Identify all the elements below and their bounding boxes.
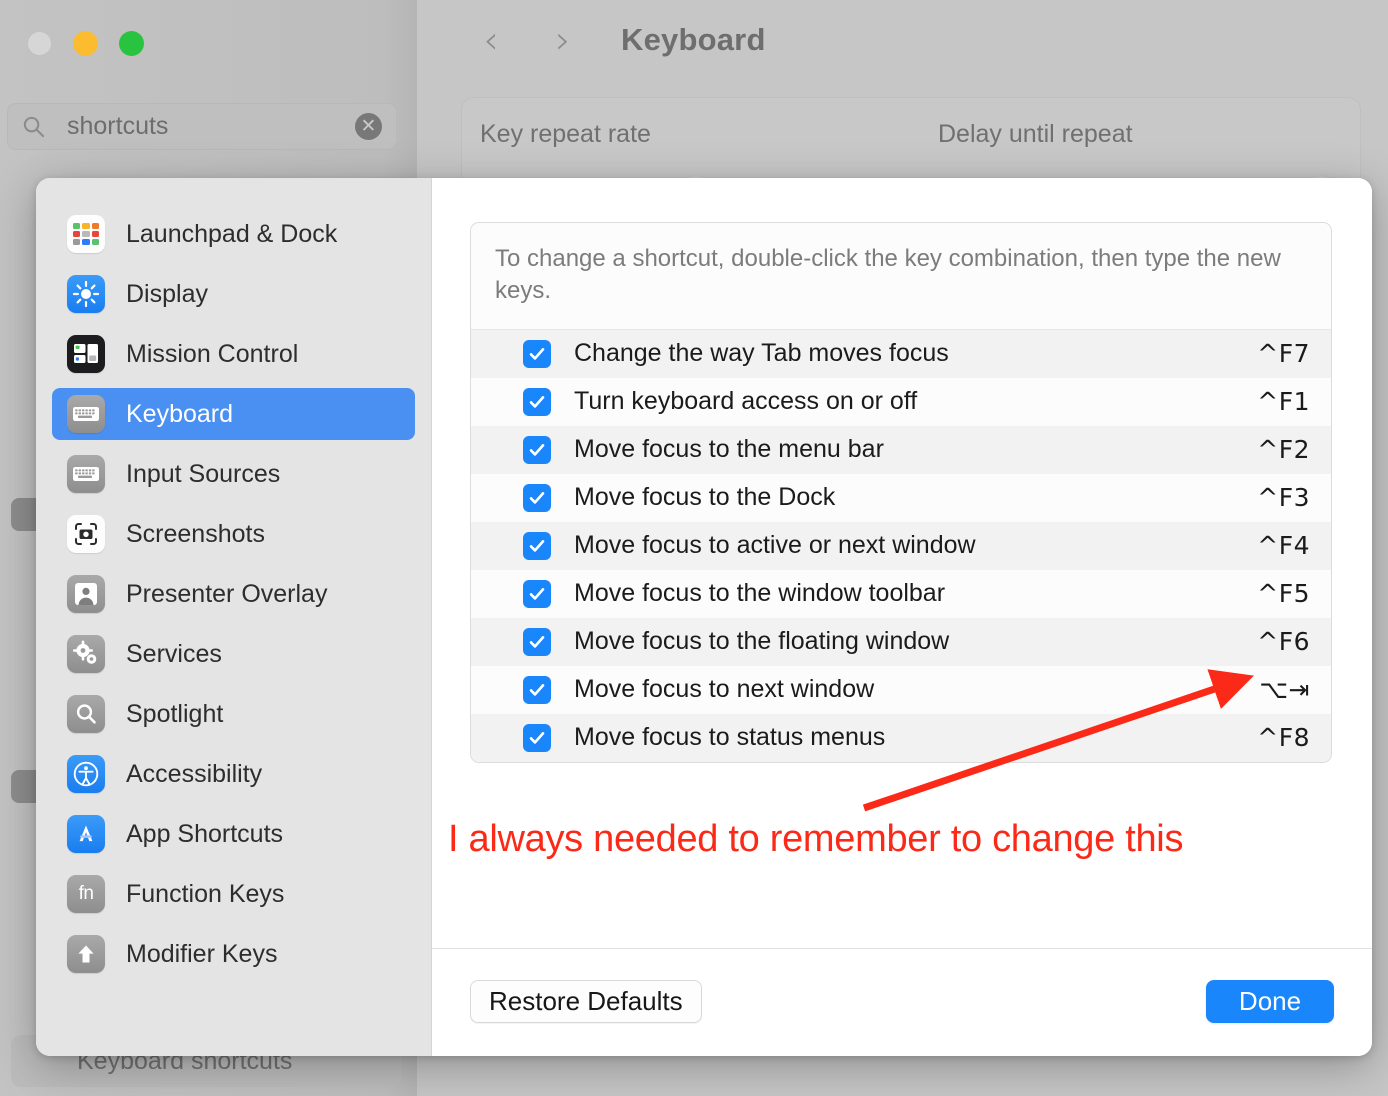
table-row[interactable]: Move focus to the Dock ^F3 — [471, 474, 1331, 522]
sidebar-item-accessibility[interactable]: Accessibility — [52, 748, 415, 800]
keyboard-icon — [67, 395, 105, 433]
sidebar-item-label: Keyboard — [126, 400, 233, 429]
close-window-button[interactable] — [27, 31, 52, 56]
clear-search-icon[interactable]: ✕ — [355, 113, 382, 140]
shortcut-keys[interactable]: ^F5 — [1257, 579, 1310, 608]
shortcut-checkbox[interactable] — [523, 340, 551, 368]
annotation-text: I always needed to remember to change th… — [448, 818, 1183, 861]
sidebar-item-app-shortcuts[interactable]: App Shortcuts — [52, 808, 415, 860]
shortcut-title: Move focus to the window toolbar — [574, 579, 1257, 608]
shortcut-title: Move focus to the floating window — [574, 627, 1257, 656]
shortcut-checkbox[interactable] — [523, 580, 551, 608]
presenter-overlay-person-icon — [67, 575, 105, 613]
sidebar-item-label: Spotlight — [126, 700, 223, 729]
table-row[interactable]: Turn keyboard access on or off ^F1 — [471, 378, 1331, 426]
sidebar-item-function-keys[interactable]: fn Function Keys — [52, 868, 415, 920]
shortcuts-hint-text: To change a shortcut, double-click the k… — [471, 223, 1331, 330]
launchpad-dock-icon — [67, 215, 105, 253]
delay-until-repeat-label: Delay until repeat — [938, 120, 1133, 149]
mission-control-icon — [67, 335, 105, 373]
sidebar-item-keyboard[interactable]: Keyboard — [52, 388, 415, 440]
shortcut-keys[interactable]: ^F7 — [1257, 339, 1310, 368]
sidebar-item-mission-control[interactable]: Mission Control — [52, 328, 415, 380]
shortcut-title: Move focus to the Dock — [574, 483, 1257, 512]
sheet-footer: Restore Defaults Done — [432, 948, 1372, 1056]
shortcut-checkbox[interactable] — [523, 724, 551, 752]
table-row[interactable]: Move focus to active or next window ^F4 — [471, 522, 1331, 570]
shortcut-keys[interactable]: ^F3 — [1257, 483, 1310, 512]
sidebar-item-services[interactable]: Services — [52, 628, 415, 680]
sidebar-item-label: Presenter Overlay — [126, 580, 327, 609]
keyboard-shortcuts-sheet: Launchpad & Dock Display — [36, 178, 1372, 1056]
sidebar-item-label: App Shortcuts — [126, 820, 283, 849]
shortcut-checkbox[interactable] — [523, 676, 551, 704]
minimize-window-button[interactable] — [73, 31, 98, 56]
sidebar-item-presenter-overlay[interactable]: Presenter Overlay — [52, 568, 415, 620]
background-navigation-bar: ‹ › Keyboard — [455, 18, 766, 62]
sidebar-item-launchpad-dock[interactable]: Launchpad & Dock — [52, 208, 415, 260]
sidebar-item-label: Modifier Keys — [126, 940, 277, 969]
shortcut-checkbox[interactable] — [523, 628, 551, 656]
shortcut-keys[interactable]: ^F4 — [1257, 531, 1310, 560]
shortcut-title: Move focus to active or next window — [574, 531, 1257, 560]
input-sources-keyboard-icon — [67, 455, 105, 493]
function-keys-fn-icon: fn — [67, 875, 105, 913]
shortcut-checkbox[interactable] — [523, 484, 551, 512]
table-row[interactable]: Move focus to the floating window ^F6 — [471, 618, 1331, 666]
restore-defaults-button[interactable]: Restore Defaults — [470, 980, 702, 1023]
sidebar-item-label: Accessibility — [126, 760, 262, 789]
page-title: Keyboard — [621, 22, 766, 58]
sidebar-item-label: Services — [126, 640, 222, 669]
shortcut-keys[interactable]: ^F8 — [1257, 723, 1310, 752]
services-gears-icon — [67, 635, 105, 673]
shortcut-keys[interactable]: ^F1 — [1257, 387, 1310, 416]
display-brightness-icon — [67, 275, 105, 313]
sidebar-item-label: Input Sources — [126, 460, 280, 489]
shortcut-title: Move focus to status menus — [574, 723, 1257, 752]
settings-search-field[interactable]: shortcuts ✕ — [7, 103, 397, 150]
shortcut-title: Change the way Tab moves focus — [574, 339, 1257, 368]
modifier-keys-shift-icon — [67, 935, 105, 973]
window-traffic-lights — [27, 31, 144, 56]
spotlight-magnifier-icon — [67, 695, 105, 733]
search-icon — [22, 115, 45, 138]
shortcut-checkbox[interactable] — [523, 436, 551, 464]
sidebar-item-screenshots[interactable]: Screenshots — [52, 508, 415, 560]
maximize-window-button[interactable] — [119, 31, 144, 56]
screen-root: shortcuts ✕ ‹ › Keyboard Key repeat rate… — [0, 0, 1388, 1096]
chevron-left-icon[interactable]: ‹ — [455, 18, 527, 62]
sidebar-item-label: Mission Control — [126, 340, 298, 369]
accessibility-icon — [67, 755, 105, 793]
shortcut-keys[interactable]: ⌥⇥ — [1259, 675, 1310, 704]
shortcuts-list-card: To change a shortcut, double-click the k… — [470, 222, 1332, 763]
shortcut-checkbox[interactable] — [523, 388, 551, 416]
shortcut-keys[interactable]: ^F2 — [1257, 435, 1310, 464]
shortcut-checkbox[interactable] — [523, 532, 551, 560]
chevron-right-icon[interactable]: › — [527, 18, 599, 62]
shortcut-keys[interactable]: ^F6 — [1257, 627, 1310, 656]
sidebar-item-label: Display — [126, 280, 208, 309]
sidebar-item-label: Screenshots — [126, 520, 265, 549]
sidebar-item-modifier-keys[interactable]: Modifier Keys — [52, 928, 415, 980]
shortcut-title: Move focus to next window — [574, 675, 1259, 704]
shortcut-title: Move focus to the menu bar — [574, 435, 1257, 464]
done-button[interactable]: Done — [1206, 980, 1334, 1023]
sidebar-item-label: Function Keys — [126, 880, 284, 909]
sidebar-item-label: Launchpad & Dock — [126, 220, 337, 249]
key-repeat-rate-label: Key repeat rate — [480, 120, 651, 149]
sidebar-item-input-sources[interactable]: Input Sources — [52, 448, 415, 500]
app-shortcuts-appstore-icon — [67, 815, 105, 853]
table-row[interactable]: Move focus to the window toolbar ^F5 — [471, 570, 1331, 618]
screenshots-camera-icon — [67, 515, 105, 553]
sidebar-item-display[interactable]: Display — [52, 268, 415, 320]
shortcuts-category-sidebar: Launchpad & Dock Display — [36, 178, 432, 1056]
shortcuts-detail-pane: To change a shortcut, double-click the k… — [432, 178, 1372, 1056]
shortcut-title: Turn keyboard access on or off — [574, 387, 1257, 416]
table-row[interactable]: Move focus to next window ⌥⇥ — [471, 666, 1331, 714]
table-row[interactable]: Change the way Tab moves focus ^F7 — [471, 330, 1331, 378]
table-row[interactable]: Move focus to status menus ^F8 — [471, 714, 1331, 762]
table-row[interactable]: Move focus to the menu bar ^F2 — [471, 426, 1331, 474]
search-input-value[interactable]: shortcuts — [67, 112, 355, 141]
sidebar-item-spotlight[interactable]: Spotlight — [52, 688, 415, 740]
